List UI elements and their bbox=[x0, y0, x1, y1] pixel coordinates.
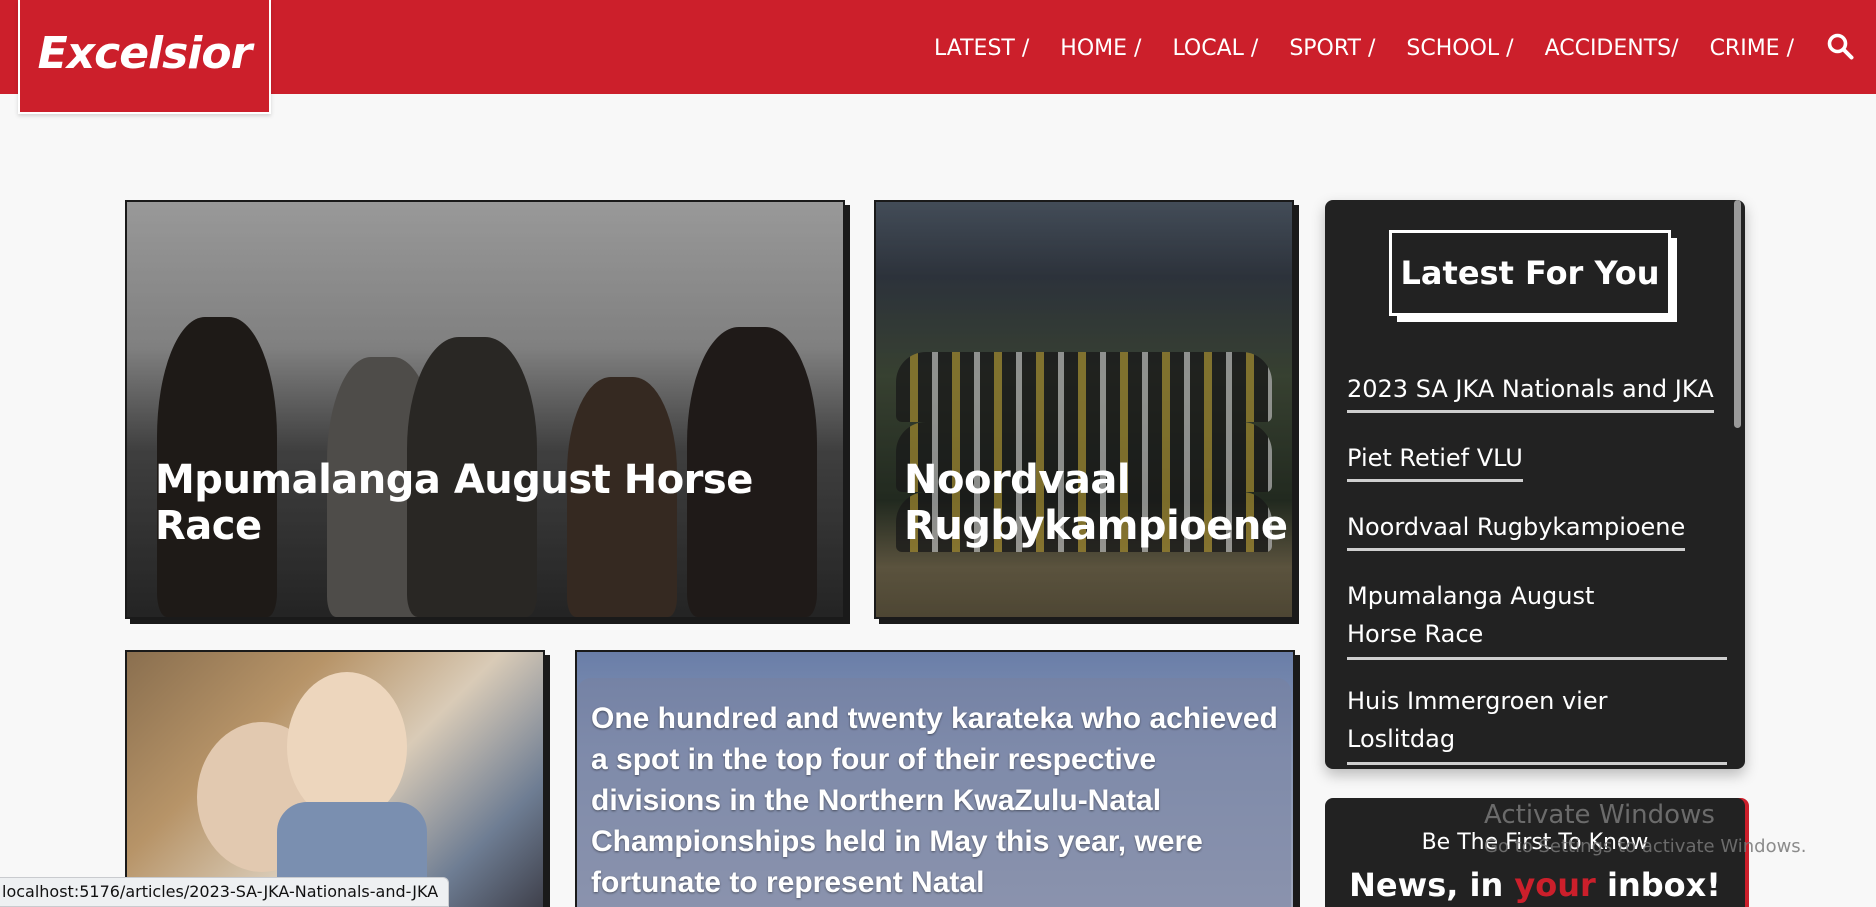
sidebar-heading-box: Latest For You bbox=[1389, 230, 1677, 322]
search-icon[interactable] bbox=[1826, 32, 1854, 60]
nav-crime[interactable]: CRIME / bbox=[1710, 36, 1794, 61]
latest-item-label: Piet Retief VLU bbox=[1347, 439, 1523, 482]
nav-local[interactable]: LOCAL / bbox=[1172, 36, 1258, 61]
nav-home[interactable]: HOME / bbox=[1060, 36, 1141, 61]
latest-item-label: 2023 SA JKA Nationals and JKA bbox=[1347, 370, 1714, 413]
latest-item[interactable]: Piet Retief VLU bbox=[1347, 439, 1727, 484]
headline-part: News, in bbox=[1349, 866, 1515, 904]
latest-list: 2023 SA JKA Nationals and JKA Piet Retie… bbox=[1347, 370, 1727, 769]
latest-item[interactable]: Huis Immergroen vier Loslitdag bbox=[1347, 682, 1727, 765]
sidebar-scrollbar[interactable] bbox=[1734, 200, 1741, 428]
nav-sport[interactable]: SPORT / bbox=[1289, 36, 1375, 61]
article-card-horse-race[interactable]: Mpumalanga August Horse Race bbox=[125, 200, 845, 619]
photo-overlay bbox=[876, 202, 1292, 617]
logo-text: Excelsior bbox=[37, 27, 253, 79]
card-title[interactable]: Noordvaal Rugbykampioene bbox=[904, 457, 1288, 549]
latest-item[interactable]: Mpumalanga August Horse Race bbox=[1347, 577, 1727, 660]
newsletter-box: Be The First To Know News, in your inbox… bbox=[1325, 798, 1745, 907]
article-card-photo[interactable] bbox=[125, 650, 545, 907]
site-logo[interactable]: Excelsior bbox=[18, 0, 271, 114]
latest-item-label: Huis Immergroen vier Loslitdag bbox=[1347, 687, 1608, 753]
nav-accidents[interactable]: ACCIDENTS/ bbox=[1545, 36, 1679, 61]
card-excerpt[interactable]: One hundred and twenty karateka who achi… bbox=[591, 698, 1281, 903]
nav-school[interactable]: SCHOOL / bbox=[1406, 36, 1513, 61]
latest-item-label: Noordvaal Rugbykampioene bbox=[1347, 508, 1686, 551]
link-status-bar: localhost:5176/articles/2023-SA-JKA-Nati… bbox=[0, 877, 450, 907]
article-card-karate[interactable]: One hundred and twenty karateka who achi… bbox=[575, 650, 1295, 907]
latest-item[interactable]: 2023 SA JKA Nationals and JKA bbox=[1347, 370, 1727, 415]
nav-latest[interactable]: LATEST / bbox=[934, 36, 1029, 61]
headline-part: inbox! bbox=[1595, 866, 1721, 904]
headline-highlight: your bbox=[1514, 866, 1596, 904]
article-card-rugby[interactable]: Noordvaal Rugbykampioene bbox=[874, 200, 1294, 619]
latest-item[interactable]: Noordvaal Rugbykampioene bbox=[1347, 508, 1727, 553]
photo-overlay bbox=[127, 202, 843, 617]
photo-figure bbox=[287, 672, 407, 822]
latest-sidebar: Latest For You 2023 SA JKA Nationals and… bbox=[1325, 200, 1745, 769]
main-nav: LATEST / HOME / LOCAL / SPORT / SCHOOL /… bbox=[934, 30, 1794, 66]
top-navbar: LATEST / HOME / LOCAL / SPORT / SCHOOL /… bbox=[0, 0, 1876, 94]
newsletter-kicker: Be The First To Know bbox=[1421, 830, 1649, 855]
newsletter-headline: News, in your inbox! bbox=[1325, 866, 1745, 904]
card-title[interactable]: Mpumalanga August Horse Race bbox=[155, 457, 755, 549]
sidebar-heading: Latest For You bbox=[1389, 230, 1671, 316]
latest-item-label: Mpumalanga August Horse Race bbox=[1347, 582, 1595, 648]
